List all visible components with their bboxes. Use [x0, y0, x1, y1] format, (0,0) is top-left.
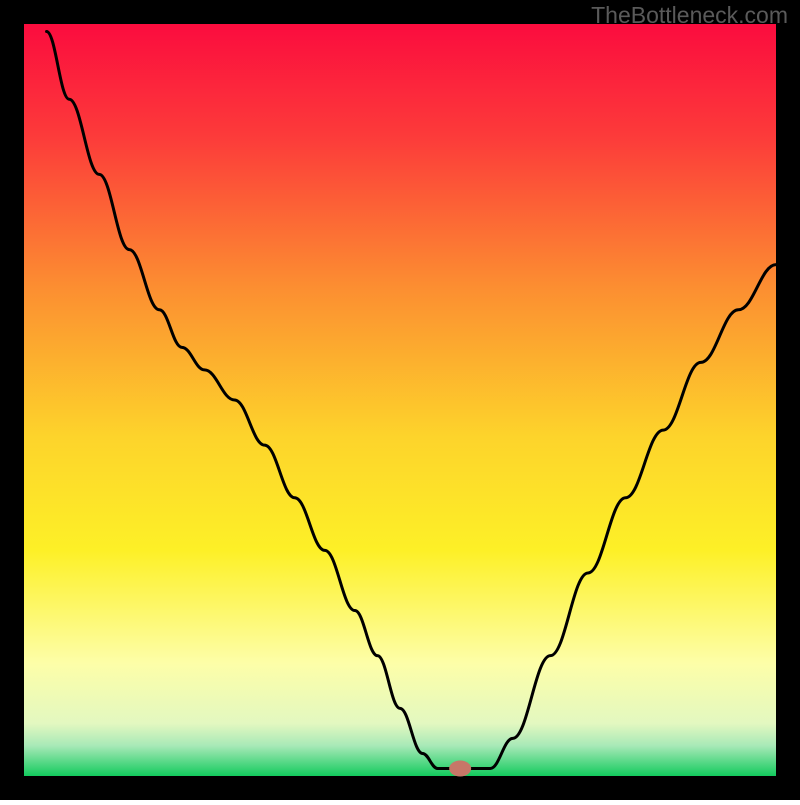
- optimal-marker: [449, 760, 471, 776]
- bottleneck-chart: [0, 0, 800, 800]
- chart-canvas: [0, 0, 800, 800]
- watermark-text: TheBottleneck.com: [591, 2, 788, 29]
- plot-background: [24, 24, 776, 776]
